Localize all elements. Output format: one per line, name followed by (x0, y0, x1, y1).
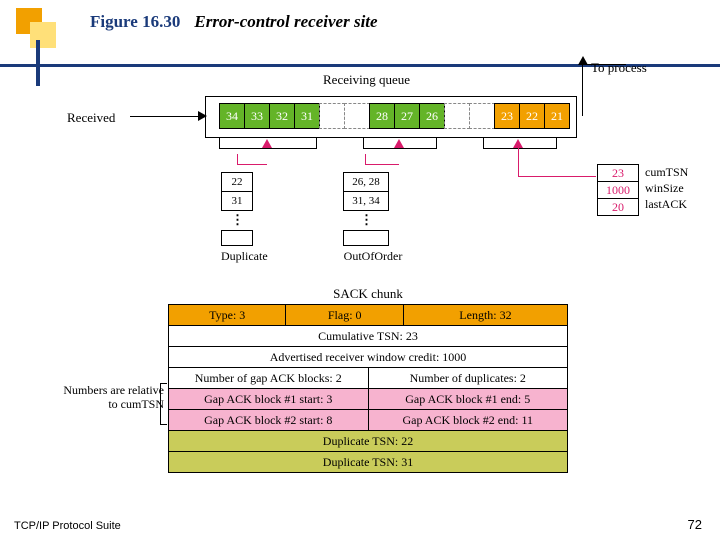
param-name: cumTSN (645, 164, 688, 180)
sack-gap1-start: Gap ACK block #1 start: 3 (169, 389, 369, 409)
sack-cumulative: Cumulative TSN: 23 (169, 326, 567, 346)
queue-cell: 21 (544, 103, 570, 129)
queue-cell: 32 (269, 103, 295, 129)
param-name: winSize (645, 180, 688, 196)
duplicate-queue: 22 31 ⋮ Duplicate (221, 172, 253, 264)
sack-dup1: Duplicate TSN: 22 (169, 431, 567, 451)
sack-gap2-start: Gap ACK block #2 start: 8 (169, 410, 369, 430)
figure-label: Figure 16.30 (90, 12, 180, 32)
ooo-cell: 26, 28 (343, 172, 389, 192)
outoforder-label: OutOfOrder (333, 249, 413, 264)
figure-caption: Error-control receiver site (194, 12, 377, 32)
sack-length: Length: 32 (404, 305, 567, 325)
vertical-ellipsis-icon: ⋮ (221, 210, 253, 230)
queue-cell: 31 (294, 103, 320, 129)
queue-gap (319, 103, 345, 129)
param-value: 20 (598, 199, 638, 215)
ooo-cell: 31, 34 (343, 191, 389, 211)
footer-text: TCP/IP Protocol Suite (14, 520, 121, 532)
param-value: 23 (598, 165, 638, 182)
arrow-up-icon (394, 139, 404, 148)
queue-cell: 34 (219, 103, 245, 129)
queue-cell: 23 (494, 103, 520, 129)
figure-title: Figure 16.30 Error-control receiver site (90, 12, 378, 32)
param-value: 1000 (598, 182, 638, 199)
queue-gap (444, 103, 470, 129)
queue-gap (469, 103, 495, 129)
sack-gap2-end: Gap ACK block #2 end: 11 (369, 410, 568, 430)
page-number: 72 (688, 517, 702, 532)
queue-cell: 28 (369, 103, 395, 129)
slide-decoration (0, 0, 70, 80)
sack-adv-window: Advertised receiver window credit: 1000 (169, 347, 567, 367)
queue-diagram: Receiving queue To process Received 34 3… (55, 76, 665, 286)
relative-note: Numbers are relative to cumTSN (54, 384, 164, 412)
queue-cell: 27 (394, 103, 420, 129)
arrow-up-icon (262, 139, 272, 148)
sack-dup2: Duplicate TSN: 31 (169, 452, 567, 472)
sack-label: SACK chunk (168, 286, 568, 302)
sack-flag: Flag: 0 (286, 305, 403, 325)
received-label: Received (67, 110, 115, 126)
arrow-up-icon (513, 139, 523, 148)
sack-gap1-end: Gap ACK block #1 end: 5 (369, 389, 568, 409)
arrow-up-icon (578, 56, 588, 65)
to-process-label: To process (591, 60, 647, 76)
sack-gap-count: Number of gap ACK blocks: 2 (169, 368, 369, 388)
sack-dup-count: Number of duplicates: 2 (369, 368, 568, 388)
queue-cell: 26 (419, 103, 445, 129)
sack-type: Type: 3 (169, 305, 286, 325)
queue-cell: 22 (519, 103, 545, 129)
outoforder-queue: 26, 28 31, 34 ⋮ OutOfOrder (343, 172, 389, 264)
param-name: lastACK (645, 196, 688, 212)
dup-cell: 22 (221, 172, 253, 192)
param-box: 23 1000 20 cumTSN winSize lastACK (597, 164, 688, 216)
sack-chunk-table: SACK chunk Type: 3 Flag: 0 Length: 32 Cu… (168, 286, 568, 473)
vertical-ellipsis-icon: ⋮ (343, 210, 389, 230)
duplicate-label: Duplicate (221, 249, 253, 264)
dup-cell: 31 (221, 191, 253, 211)
bracket-icon (160, 383, 167, 425)
queue-gap (344, 103, 370, 129)
queue-cell: 33 (244, 103, 270, 129)
receiving-queue-label: Receiving queue (323, 72, 410, 88)
